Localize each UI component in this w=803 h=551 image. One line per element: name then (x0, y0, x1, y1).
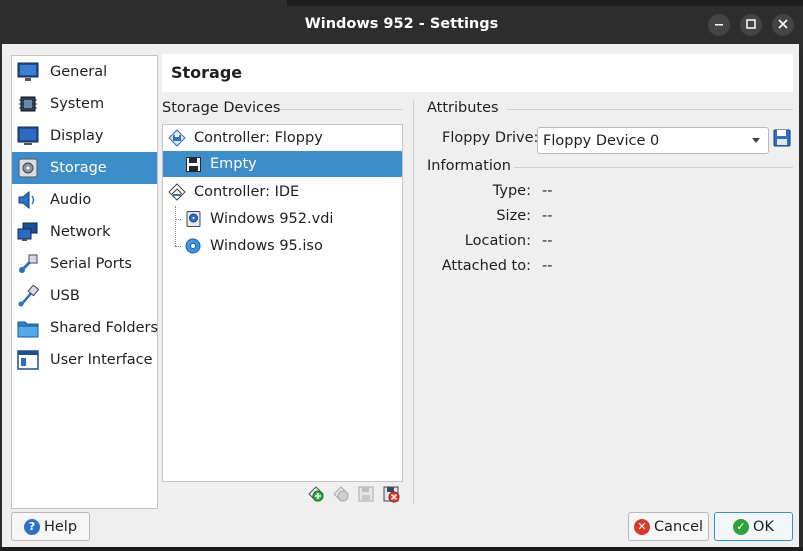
background-window-edge (0, 547, 803, 551)
info-location-label: Location: (464, 233, 531, 249)
sidebar-item-label: Audio (50, 192, 92, 208)
info-type-value: -- (542, 183, 553, 199)
tree-item-controller-floppy[interactable]: Controller: Floppy (163, 125, 402, 151)
sidebar-item-shared-folders[interactable]: Shared Folders (12, 312, 159, 344)
floppy-drive-select[interactable]: Floppy Device 0 (537, 127, 769, 154)
minimize-icon (715, 24, 723, 26)
shared-folders-icon (17, 317, 39, 339)
info-location-value: -- (542, 233, 553, 249)
sidebar-item-serial-ports[interactable]: Serial Ports (12, 248, 157, 280)
add-controller-icon[interactable] (306, 484, 326, 504)
help-button-label: Help (43, 518, 78, 535)
close-icon (778, 19, 788, 29)
remove-attachment-icon[interactable] (381, 484, 401, 504)
cancel-icon: ✕ (633, 518, 650, 535)
information-label: Information (427, 158, 511, 174)
info-size-label: Size: (496, 208, 531, 224)
dialog-body: General System Display Storage Audio Net… (2, 44, 799, 547)
tree-item-windows-95-iso[interactable]: Windows 95.iso (163, 233, 402, 259)
audio-icon (17, 189, 39, 211)
tree-item-label: Controller: IDE (194, 184, 300, 200)
cancel-button[interactable]: ✕ Cancel (628, 512, 709, 541)
sidebar-item-usb[interactable]: USB (12, 280, 157, 312)
maximize-button[interactable] (740, 14, 762, 36)
settings-sidebar: General System Display Storage Audio Net… (11, 55, 158, 509)
user-interface-icon (17, 349, 39, 371)
tree-item-label: Windows 95.iso (210, 238, 323, 254)
maximize-icon (746, 19, 756, 29)
panel-divider (413, 100, 414, 504)
sidebar-item-display[interactable]: Display (12, 120, 157, 152)
check-icon: ✓ (733, 518, 750, 535)
sidebar-item-label: Storage (50, 160, 107, 176)
sidebar-item-label: General (50, 64, 108, 80)
ok-button-label: OK (753, 518, 774, 535)
sidebar-item-label: Display (50, 128, 104, 144)
minimize-button[interactable] (708, 14, 730, 36)
choose-disk-button[interactable] (773, 129, 791, 147)
window-title: Windows 952 - Settings (304, 16, 499, 32)
sidebar-item-storage[interactable]: Storage (12, 152, 157, 184)
display-icon (17, 125, 39, 147)
system-icon (17, 93, 39, 115)
tree-item-label: Empty (210, 156, 257, 172)
floppy-drive-value: Floppy Device 0 (543, 132, 660, 149)
title-bar: Windows 952 - Settings (0, 0, 803, 50)
group-separator (507, 109, 793, 110)
ide-controller-icon (168, 183, 186, 201)
help-icon: ? (23, 518, 40, 535)
add-attachment-icon[interactable] (356, 484, 376, 504)
sidebar-item-general[interactable]: General (12, 56, 157, 88)
attributes-label: Attributes (427, 100, 499, 116)
usb-icon (17, 285, 39, 307)
sidebar-item-system[interactable]: System (12, 88, 157, 120)
info-attached-to-value: -- (542, 258, 553, 274)
floppy-drive-label: Floppy Drive: (442, 130, 539, 146)
info-attached-to-label: Attached to: (441, 258, 531, 274)
storage-tree[interactable]: Controller: Floppy Empty Controller: IDE… (162, 124, 403, 482)
page-header: Storage (162, 54, 793, 92)
group-separator (514, 167, 793, 168)
network-icon (17, 221, 39, 243)
ok-button[interactable]: ✓ OK (714, 512, 793, 541)
tree-item-empty[interactable]: Empty (163, 151, 402, 177)
sidebar-item-audio[interactable]: Audio (12, 184, 157, 216)
storage-devices-label: Storage Devices (162, 100, 281, 116)
floppy-controller-icon (168, 129, 186, 147)
sidebar-item-label: Shared Folders (50, 320, 159, 336)
general-icon (17, 61, 39, 83)
hard-disk-icon (184, 210, 202, 228)
serial-ports-icon (17, 253, 39, 275)
info-type-label: Type: (492, 183, 531, 199)
sidebar-item-label: Network (50, 224, 111, 240)
background-window-edge (287, 0, 803, 6)
page-title: Storage (171, 63, 243, 82)
floppy-save-icon (773, 129, 791, 147)
close-button[interactable] (772, 14, 794, 36)
remove-controller-icon[interactable] (331, 484, 351, 504)
sidebar-item-label: Serial Ports (50, 256, 132, 272)
optical-disk-icon (184, 237, 202, 255)
sidebar-item-label: USB (50, 288, 80, 304)
tree-item-windows-952-vdi[interactable]: Windows 952.vdi (163, 206, 402, 232)
sidebar-item-label: User Interface (50, 352, 153, 368)
storage-toolbar (306, 484, 401, 504)
storage-icon (17, 157, 39, 179)
sidebar-item-user-interface[interactable]: User Interface (12, 344, 157, 376)
cancel-button-label: Cancel (653, 518, 704, 535)
tree-item-label: Controller: Floppy (194, 130, 323, 146)
chevron-down-icon (752, 138, 760, 143)
tree-item-controller-ide[interactable]: Controller: IDE (163, 179, 402, 205)
tree-item-label: Windows 952.vdi (210, 211, 334, 227)
group-separator (280, 109, 403, 110)
sidebar-item-label: System (50, 96, 105, 112)
floppy-disk-icon (184, 155, 202, 173)
info-size-value: -- (542, 208, 553, 224)
help-button[interactable]: ? Help (11, 512, 90, 541)
sidebar-item-network[interactable]: Network (12, 216, 157, 248)
